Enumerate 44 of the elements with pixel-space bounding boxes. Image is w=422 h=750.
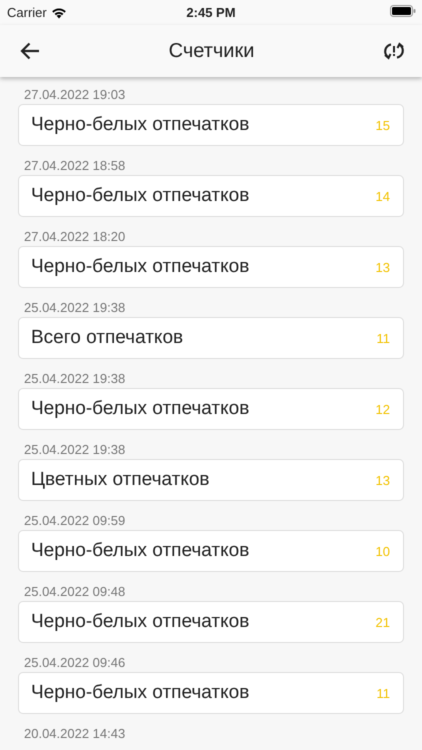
entry-date: 25.04.2022 19:38 bbox=[24, 299, 126, 317]
counter-value: 15 bbox=[376, 118, 390, 132]
counter-value: 11 bbox=[376, 686, 390, 700]
counter-card[interactable]: Черно-белых отпечатков 14 bbox=[18, 175, 404, 217]
back-arrow-icon[interactable] bbox=[20, 42, 40, 60]
counter-label: Черно-белых отпечатков bbox=[31, 256, 250, 278]
counter-value: 14 bbox=[376, 188, 390, 204]
wifi-icon bbox=[50, 6, 67, 18]
counter-value: 21 bbox=[376, 614, 390, 630]
entry-date: 27.04.2022 18:58 bbox=[24, 157, 126, 175]
counter-card[interactable]: Черно-белых отпечатков 12 bbox=[18, 388, 404, 430]
entry-date: 27.04.2022 19:03 bbox=[24, 86, 126, 104]
counter-label: Всего отпечатков bbox=[31, 327, 184, 349]
counter-label: Черно-белых отпечатков bbox=[31, 540, 250, 562]
page-title: Счетчики bbox=[168, 40, 254, 62]
counter-card[interactable]: Всего отпечатков 11 bbox=[18, 317, 404, 359]
entry-date: 25.04.2022 19:38 bbox=[24, 370, 126, 388]
counter-value: 10 bbox=[376, 544, 390, 558]
counter-label: Цветных отпечатков bbox=[31, 469, 210, 491]
counter-card[interactable]: Черно-белых отпечатков 10 bbox=[18, 530, 404, 572]
refresh-alert-icon[interactable] bbox=[383, 41, 405, 61]
counter-label: Черно-белых отпечатков bbox=[31, 398, 250, 420]
status-time: 2:45 PM bbox=[186, 5, 236, 20]
entry-date: 25.04.2022 09:59 bbox=[24, 512, 126, 530]
counter-card[interactable]: Черно-белых отпечатков 11 bbox=[18, 672, 404, 714]
counter-value: 13 bbox=[376, 472, 390, 488]
counter-card[interactable]: Черно-белых отпечатков 21 bbox=[18, 601, 404, 643]
carrier-label: Carrier bbox=[7, 5, 47, 20]
entry-date: 25.04.2022 09:46 bbox=[24, 654, 126, 672]
counter-label: Черно-белых отпечатков bbox=[31, 611, 250, 633]
counter-value: 13 bbox=[376, 260, 390, 274]
entry-date: 27.04.2022 18:20 bbox=[24, 228, 126, 246]
entry-date: 20.04.2022 14:43 bbox=[24, 725, 126, 743]
counter-card[interactable]: Черно-белых отпечатков 15 bbox=[18, 104, 404, 146]
counter-card[interactable]: Цветных отпечатков 13 bbox=[18, 459, 404, 501]
counter-label: Черно-белых отпечатков bbox=[31, 185, 250, 207]
counter-label: Черно-белых отпечатков bbox=[31, 682, 250, 704]
counter-value: 11 bbox=[376, 330, 390, 346]
entry-date: 25.04.2022 09:48 bbox=[24, 583, 126, 601]
counter-label: Черно-белых отпечатков bbox=[31, 114, 250, 136]
counter-card[interactable]: Черно-белых отпечатков 13 bbox=[18, 246, 404, 288]
battery-icon bbox=[390, 4, 416, 16]
entry-date: 25.04.2022 19:38 bbox=[24, 441, 126, 459]
counter-value: 12 bbox=[376, 402, 390, 416]
